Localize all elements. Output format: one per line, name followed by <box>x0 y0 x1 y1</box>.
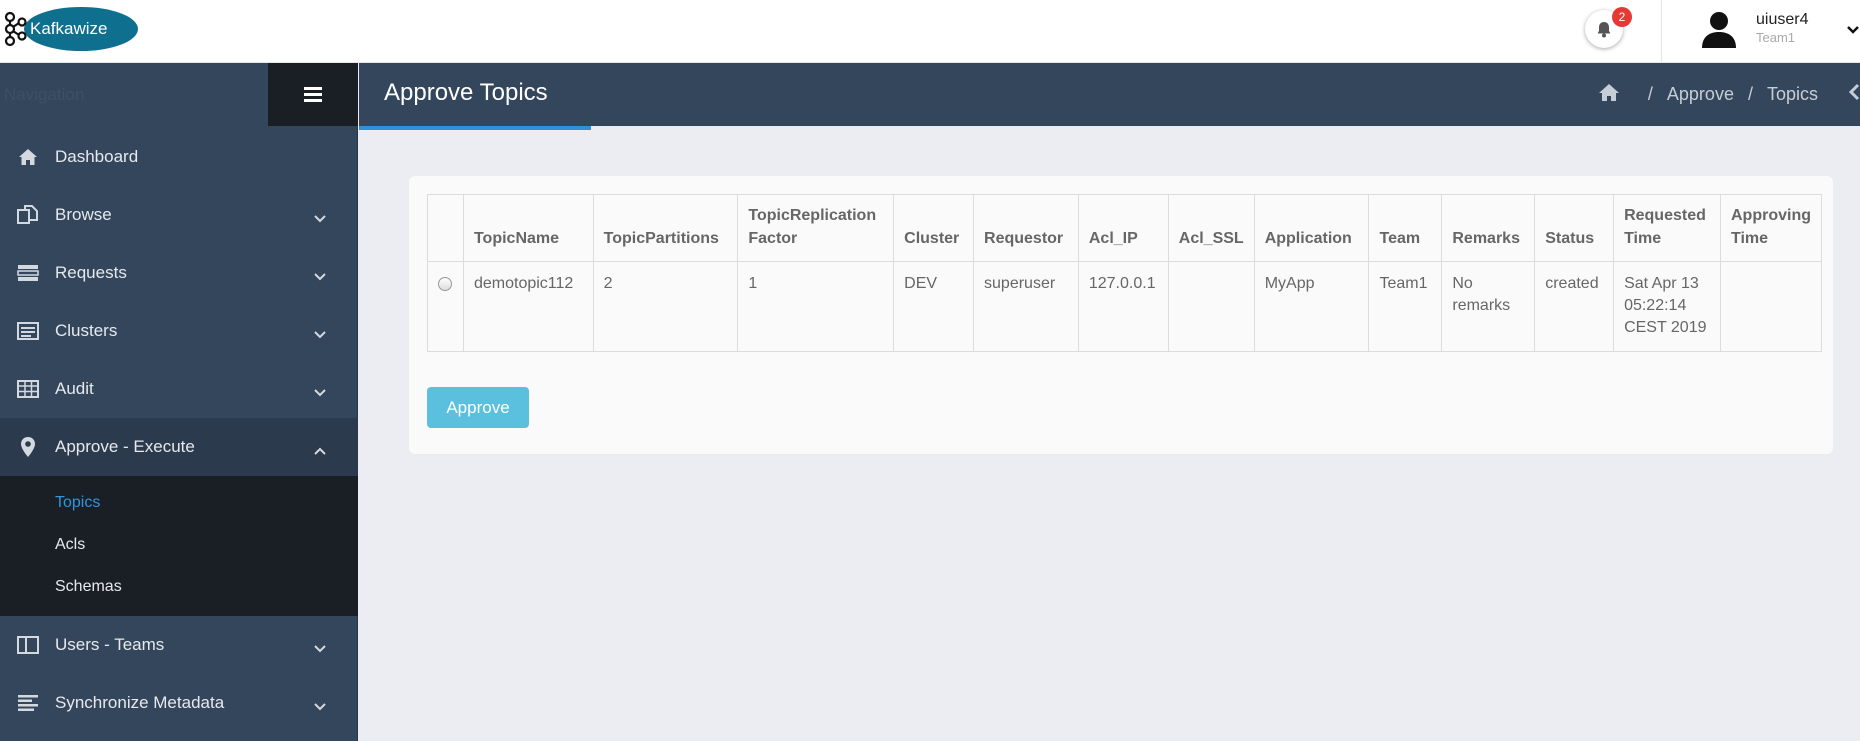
chevron-left-icon[interactable] <box>1848 83 1860 106</box>
table-cell: 2 <box>592 261 739 352</box>
chevron-down-icon <box>314 208 326 228</box>
sidebar-item-synchronize-metadata[interactable]: Synchronize Metadata <box>0 674 358 732</box>
sidebar-item-label: Dashboard <box>55 147 139 166</box>
submenu-item-acls[interactable]: Acls <box>0 524 358 566</box>
breadcrumb-separator: / <box>1747 84 1753 104</box>
list-icon <box>16 261 40 285</box>
notification-badge: 2 <box>1612 7 1632 27</box>
table-icon <box>16 377 40 401</box>
table-cell: No remarks <box>1441 261 1536 352</box>
topics-table: TopicName TopicPartitions TopicReplicati… <box>427 194 1822 352</box>
approve-submenu: Topics Acls Schemas <box>0 476 358 616</box>
chevron-down-icon <box>314 638 326 658</box>
user-team: Team1 <box>1756 30 1796 45</box>
sidebar-nav: Dashboard Browse Requests Clusters Audit… <box>0 128 358 732</box>
table-row: demotopic112 2 1 DEV superuser 127.0.0.1… <box>427 261 1822 352</box>
sidebar-item-clusters[interactable]: Clusters <box>0 302 358 360</box>
select-cell <box>427 261 464 352</box>
approve-topics-card: TopicName TopicPartitions TopicReplicati… <box>409 176 1833 454</box>
column-header: Requestor <box>973 194 1079 262</box>
sidebar-item-dashboard[interactable]: Dashboard <box>0 128 358 186</box>
breadcrumb-item-approve[interactable]: Approve <box>1667 84 1734 105</box>
sidebar-item-requests[interactable]: Requests <box>0 244 358 302</box>
column-header: TopicName <box>462 194 594 262</box>
sidebar-item-audit[interactable]: Audit <box>0 360 358 418</box>
menu-toggle-button[interactable] <box>268 63 358 126</box>
chevron-down-icon[interactable] <box>1846 22 1860 40</box>
chevron-down-icon <box>314 324 326 344</box>
sidebar-item-label: Approve - Execute <box>55 437 195 456</box>
row-select-radio[interactable] <box>438 277 452 291</box>
user-name[interactable]: uiuser4 <box>1756 11 1808 29</box>
chevron-down-icon <box>314 382 326 402</box>
table-header-row: TopicName TopicPartitions TopicReplicati… <box>427 194 1822 262</box>
sidebar-item-label: Requests <box>55 263 127 282</box>
column-header: Team <box>1368 194 1443 262</box>
column-header: Remarks <box>1441 194 1536 262</box>
user-avatar-icon[interactable] <box>1700 10 1738 50</box>
server-icon <box>16 319 40 343</box>
chevron-up-icon <box>314 440 326 460</box>
column-header: Status <box>1534 194 1615 262</box>
app-logo[interactable]: Kafkawize <box>2 7 138 51</box>
approve-button[interactable]: Approve <box>427 387 529 428</box>
sidebar-item-label: Audit <box>55 379 94 398</box>
sidebar-item-label: Synchronize Metadata <box>55 693 225 712</box>
breadcrumb-separator: / <box>1647 84 1653 104</box>
table-cell: superuser <box>973 261 1079 352</box>
top-bar: Kafkawize 2 uiuser4 Team1 <box>0 0 1860 63</box>
column-header: Cluster <box>893 194 975 262</box>
map-pin-icon <box>16 435 40 459</box>
copy-icon <box>16 203 40 227</box>
table-cell: created <box>1534 261 1615 352</box>
breadcrumb-item-topics: Topics <box>1766 84 1818 104</box>
submenu-item-topics[interactable]: Topics <box>0 482 358 524</box>
chevron-down-icon <box>314 266 326 286</box>
align-left-icon <box>16 691 40 715</box>
sidebar-item-browse[interactable]: Browse <box>0 186 358 244</box>
home-icon[interactable] <box>1598 83 1620 107</box>
title-underline <box>359 126 591 130</box>
header-divider <box>1661 0 1662 63</box>
table-cell: 127.0.0.1 <box>1077 261 1169 352</box>
table-cell: Sat Apr 13 05:22:14 CEST 2019 <box>1613 261 1721 352</box>
table-cell: demotopic112 <box>462 261 594 352</box>
sidebar-item-label: Users - Teams <box>55 635 165 654</box>
hamburger-icon <box>304 87 322 102</box>
column-header: Acl_SSL <box>1167 194 1255 262</box>
column-header: TopicReplication Factor <box>737 194 895 262</box>
home-icon <box>16 145 40 169</box>
sidebar-item-users-teams[interactable]: Users - Teams <box>0 616 358 674</box>
sidebar-item-approve-execute[interactable]: Approve - Execute <box>0 418 358 476</box>
column-header: Acl_IP <box>1077 194 1169 262</box>
column-header: Application <box>1253 194 1370 262</box>
columns-icon <box>16 633 40 657</box>
column-header: Requested Time <box>1613 194 1721 262</box>
page-title: Approve Topics <box>384 79 548 106</box>
kafka-logo-icon <box>2 7 28 51</box>
table-cell: DEV <box>893 261 975 352</box>
table-cell <box>1167 261 1255 352</box>
breadcrumb: / Approve / Topics <box>1598 63 1860 126</box>
content-header: Approve Topics / Approve / Topics <box>359 63 1860 126</box>
table-cell: 1 <box>737 261 895 352</box>
sidebar-item-label: Browse <box>55 205 112 224</box>
table-cell: MyApp <box>1253 261 1370 352</box>
sidebar-heading: Navigation <box>4 85 85 104</box>
submenu-item-schemas[interactable]: Schemas <box>0 566 358 608</box>
select-column-header <box>427 194 464 262</box>
table-cell <box>1720 261 1822 352</box>
sidebar-item-label: Clusters <box>55 321 118 340</box>
chevron-down-icon <box>314 696 326 716</box>
table-cell: Team1 <box>1368 261 1443 352</box>
column-header: TopicPartitions <box>592 194 739 262</box>
column-header: Approving Time <box>1720 194 1822 262</box>
logo-text: Kafkawize <box>24 7 138 51</box>
bell-icon <box>1597 21 1611 37</box>
